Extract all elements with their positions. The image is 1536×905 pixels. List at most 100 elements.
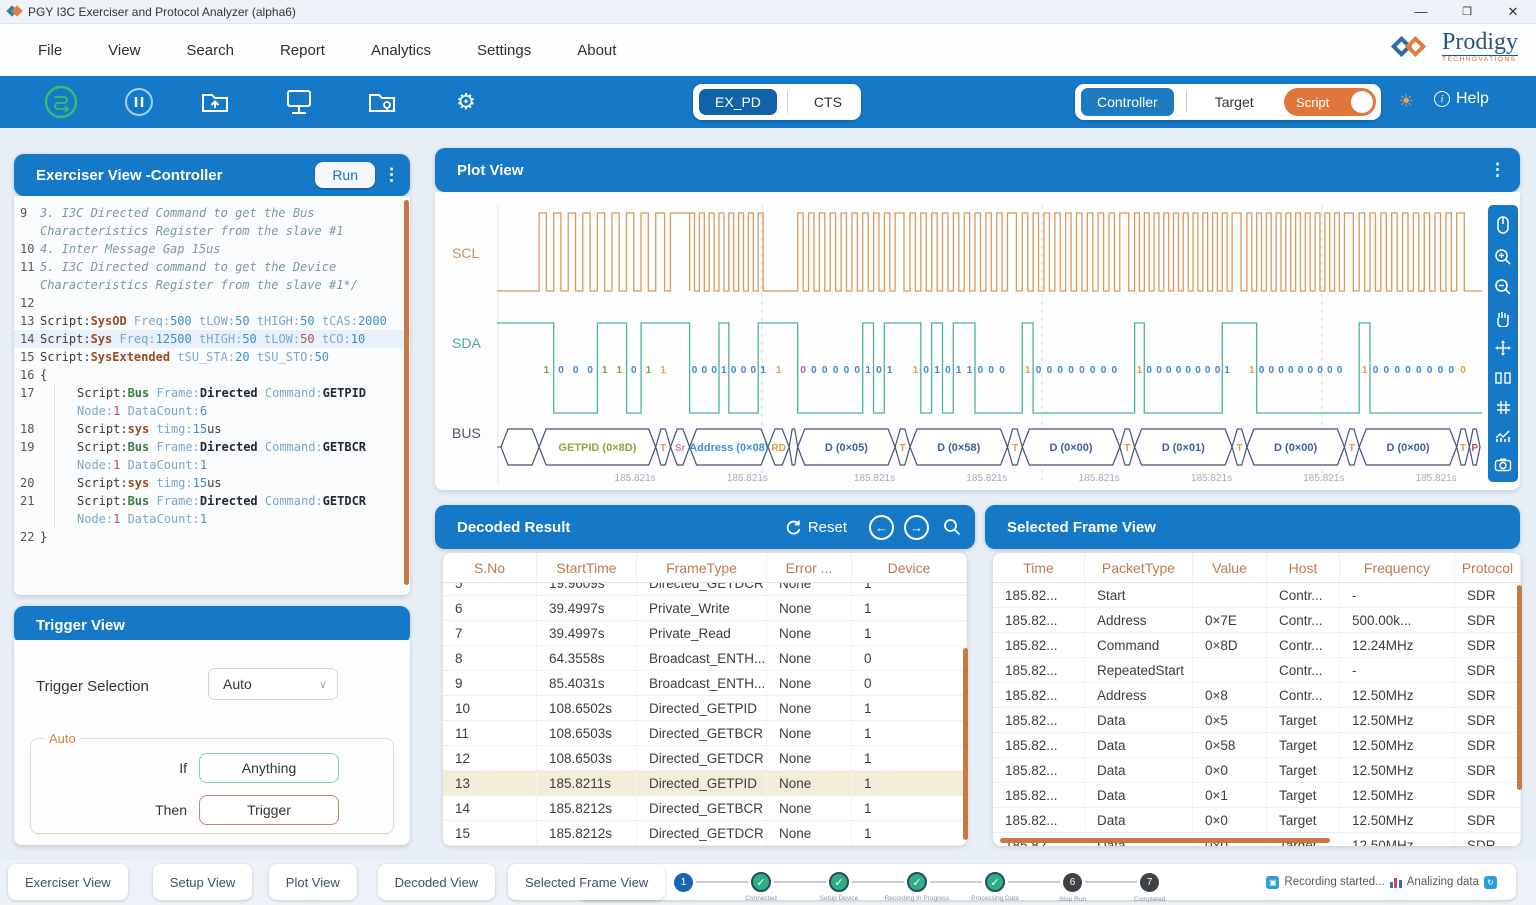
restore-button[interactable]: ❐ bbox=[1444, 5, 1490, 18]
info-icon: i bbox=[1434, 91, 1450, 107]
column-header-device[interactable]: Device bbox=[852, 553, 967, 582]
step-label: Stop Run bbox=[1059, 896, 1086, 903]
pan-hand-icon[interactable] bbox=[1494, 309, 1512, 327]
column-header-protocol[interactable]: Protocol bbox=[1455, 553, 1521, 582]
mode-ex-pd-button[interactable]: EX_PD bbox=[699, 89, 777, 115]
role-target-button[interactable]: Target bbox=[1199, 88, 1270, 116]
selected-frame-row[interactable]: 185.82...RepeatedStartContr...-SDR bbox=[993, 658, 1521, 683]
help-button[interactable]: i Help bbox=[1434, 90, 1489, 108]
progress-step: 6Stop Run bbox=[1063, 873, 1082, 892]
column-header-host[interactable]: Host bbox=[1267, 553, 1340, 582]
column-header-frequency[interactable]: Frequency bbox=[1340, 553, 1455, 582]
zoom-out-icon[interactable] bbox=[1494, 278, 1512, 296]
column-header-value[interactable]: Value bbox=[1193, 553, 1267, 582]
decoded-row[interactable]: 12108.6503sDirected_GETDCRNone1 bbox=[443, 746, 967, 771]
grid-icon[interactable] bbox=[1495, 399, 1512, 416]
script-toggle[interactable]: Script bbox=[1284, 88, 1376, 116]
table-cell: 185.82... bbox=[993, 658, 1085, 682]
selected-frame-row[interactable]: 185.82...Data0×5Target12.50MHzSDR bbox=[993, 708, 1521, 733]
close-button[interactable]: ✕ bbox=[1490, 4, 1536, 20]
selected-frame-table: TimePacketTypeValueHostFrequencyProtocol… bbox=[993, 553, 1521, 846]
column-header-frametype[interactable]: FrameType bbox=[637, 553, 767, 582]
decoded-scrollbar[interactable] bbox=[963, 648, 968, 840]
decoded-row[interactable]: 639.4997sPrivate_WriteNone1 bbox=[443, 596, 967, 621]
table-cell: 12.50MHz bbox=[1340, 783, 1455, 807]
view-tab-exerciser-view[interactable]: Exerciser View bbox=[8, 864, 128, 900]
column-header-s-no[interactable]: S.No bbox=[443, 553, 537, 582]
plot-canvas[interactable]: SCL SDA BUS 1000110110001000110000001011… bbox=[435, 192, 1520, 490]
search-icon[interactable] bbox=[943, 518, 961, 536]
mode-cts-button[interactable]: CTS bbox=[798, 89, 858, 115]
decoded-row[interactable]: 11108.6503sDirected_GETBCRNone1 bbox=[443, 721, 967, 746]
run-button[interactable]: Run bbox=[315, 162, 375, 188]
waveform-plot[interactable]: 1000110110001000110000001011010110001000… bbox=[497, 205, 1488, 487]
view-tab-decoded-view[interactable]: Decoded View bbox=[378, 864, 496, 900]
selected-frame-row[interactable]: 185.82...Data0×1Target12.50MHzSDR bbox=[993, 783, 1521, 808]
chart-icon[interactable] bbox=[1494, 428, 1512, 444]
menu-item-about[interactable]: About bbox=[577, 42, 616, 59]
menu-item-search[interactable]: Search bbox=[186, 42, 234, 59]
exerciser-flow-icon[interactable] bbox=[44, 85, 78, 119]
folder-pin-icon[interactable] bbox=[365, 85, 399, 119]
selected-frame-hscrollbar[interactable] bbox=[1000, 838, 1330, 843]
decoded-row[interactable]: 739.4997sPrivate_ReadNone1 bbox=[443, 621, 967, 646]
column-header-starttime[interactable]: StartTime bbox=[537, 553, 637, 582]
selected-frame-row[interactable]: 185.82...StartContr...-SDR bbox=[993, 583, 1521, 608]
plot-more-icon[interactable]: ⋮ bbox=[1489, 160, 1506, 180]
decoded-row[interactable]: 864.3558sBroadcast_ENTH...None0 bbox=[443, 646, 967, 671]
decoded-row[interactable]: 14185.8212sDirected_GETBCRNone1 bbox=[443, 796, 967, 821]
signal-label-sda: SDA bbox=[452, 335, 481, 351]
decoded-row[interactable]: 10108.6502sDirected_GETPIDNone1 bbox=[443, 696, 967, 721]
menu-item-view[interactable]: View bbox=[108, 42, 140, 59]
selected-frame-row[interactable]: 185.82...Data0×58Target12.50MHzSDR bbox=[993, 733, 1521, 758]
selected-frame-row[interactable]: 185.82...Address0×8Contr...12.50MHzSDR bbox=[993, 683, 1521, 708]
pause-icon[interactable] bbox=[122, 85, 156, 119]
selected-frame-vscrollbar[interactable] bbox=[1517, 585, 1522, 790]
decoded-row[interactable]: 13185.8211sDirected_GETPIDNone1 bbox=[443, 771, 967, 796]
selected-frame-row[interactable]: 185.82...Data0×0Target12.50MHzSDR bbox=[993, 758, 1521, 783]
decoded-row[interactable]: 15185.8212sDirected_GETDCRNone1 bbox=[443, 821, 967, 846]
decoded-row[interactable]: 519.9609sDirected_GETDCRNone1 bbox=[443, 583, 967, 596]
move-icon[interactable] bbox=[1494, 339, 1512, 357]
column-header-error-[interactable]: Error ... bbox=[767, 553, 852, 582]
menu-item-report[interactable]: Report bbox=[280, 42, 325, 59]
mouse-icon[interactable] bbox=[1495, 215, 1511, 235]
table-cell: 1 bbox=[852, 771, 967, 795]
role-controller-button[interactable]: Controller bbox=[1081, 88, 1174, 116]
folder-upload-icon[interactable] bbox=[198, 85, 232, 119]
camera-icon[interactable] bbox=[1494, 457, 1512, 472]
theme-sun-icon[interactable]: ☀ bbox=[1398, 91, 1414, 112]
monitor-icon[interactable] bbox=[282, 85, 316, 119]
next-frame-button[interactable]: → bbox=[904, 515, 929, 540]
menu-item-file[interactable]: File bbox=[38, 42, 62, 59]
zoom-in-icon[interactable] bbox=[1494, 248, 1512, 266]
selected-frame-row[interactable]: 185.82...Command0×8DContr...12.24MHzSDR bbox=[993, 633, 1521, 658]
gear-icon[interactable]: ⚙ bbox=[449, 85, 483, 119]
view-tab-setup-view[interactable]: Setup View bbox=[153, 864, 253, 900]
minimize-button[interactable]: — bbox=[1398, 4, 1444, 19]
if-condition-button[interactable]: Anything bbox=[199, 753, 339, 783]
table-cell: 1 bbox=[852, 596, 967, 620]
code-line: 16{ bbox=[14, 366, 410, 384]
view-tab-plot-view[interactable]: Plot View bbox=[269, 864, 357, 900]
trigger-selection-value: Auto bbox=[223, 676, 252, 692]
selected-frame-row[interactable]: 185.82...Address0×7EContr...500.00k...SD… bbox=[993, 608, 1521, 633]
view-tab-selected-frame-view[interactable]: Selected Frame View bbox=[508, 864, 665, 900]
exerciser-more-icon[interactable]: ⋮ bbox=[383, 165, 400, 185]
then-action-button[interactable]: Trigger bbox=[199, 795, 339, 825]
code-scrollbar[interactable] bbox=[404, 200, 409, 585]
script-editor[interactable]: 93. I3C Directed Command to get the BusC… bbox=[14, 196, 410, 595]
code-text: Characteristics Register from the slave … bbox=[40, 222, 410, 240]
column-header-time[interactable]: Time bbox=[993, 553, 1085, 582]
compare-icon[interactable] bbox=[1494, 370, 1512, 386]
menu-item-analytics[interactable]: Analytics bbox=[371, 42, 431, 59]
prev-frame-button[interactable]: ← bbox=[869, 515, 894, 540]
reset-button[interactable]: Reset bbox=[785, 519, 847, 536]
table-cell: 9 bbox=[443, 671, 537, 695]
menu-item-settings[interactable]: Settings bbox=[477, 42, 531, 59]
decoded-row[interactable]: 985.4031sBroadcast_ENTH...None0 bbox=[443, 671, 967, 696]
selected-frame-row[interactable]: 185.82...Data0×0Target12.50MHzSDR bbox=[993, 808, 1521, 833]
column-header-packettype[interactable]: PacketType bbox=[1085, 553, 1193, 582]
trigger-selection-dropdown[interactable]: Auto ∨ bbox=[208, 668, 338, 700]
table-cell: RepeatedStart bbox=[1085, 658, 1193, 682]
